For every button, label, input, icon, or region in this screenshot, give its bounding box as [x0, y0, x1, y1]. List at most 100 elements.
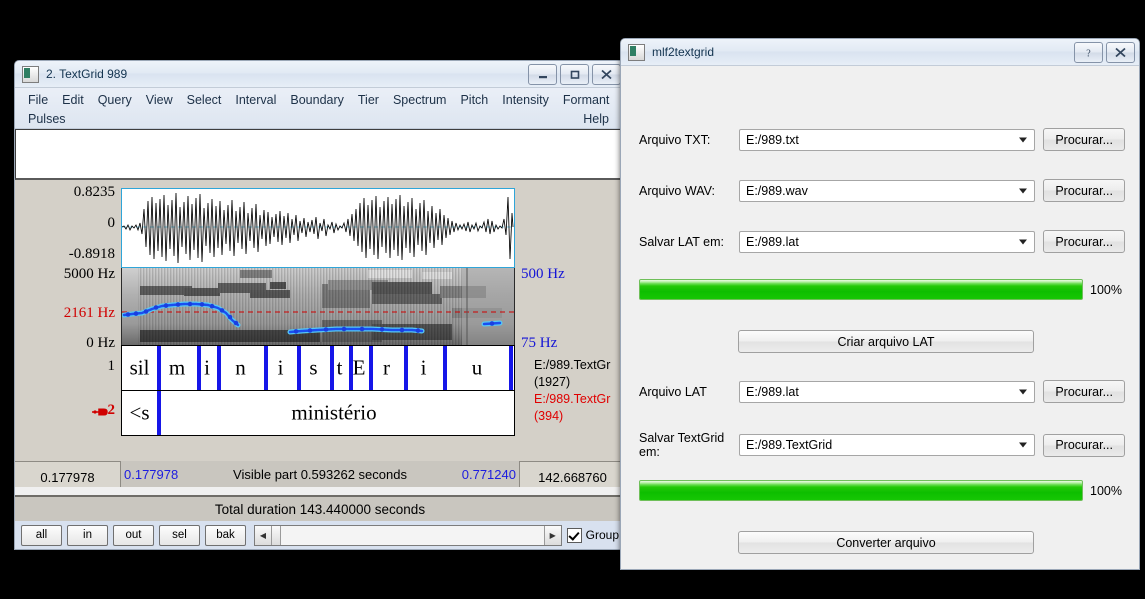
- menu-formant[interactable]: Formant: [556, 92, 617, 108]
- salvar-textgrid-browse-button[interactable]: Procurar...: [1043, 433, 1125, 457]
- field-arquivo-txt: Arquivo TXT: E:/989.txt Procurar...: [639, 128, 1125, 151]
- horizontal-scrollbar[interactable]: ◀ ▶: [254, 524, 562, 546]
- zoom-sel-button[interactable]: sel: [159, 524, 200, 546]
- arquivo-wav-combobox[interactable]: E:/989.wav: [739, 179, 1036, 202]
- chevron-down-icon[interactable]: [1019, 442, 1028, 448]
- praat-blank-panel: [15, 129, 625, 180]
- window-right-edge-time[interactable]: 142.668760: [519, 461, 625, 487]
- tier-boundary[interactable]: [369, 346, 373, 390]
- arquivo-txt-browse-button[interactable]: Procurar...: [1043, 128, 1125, 151]
- menu-edit[interactable]: Edit: [55, 92, 91, 108]
- chevron-down-icon[interactable]: [1019, 137, 1028, 142]
- time-bar: 0.177978 0.177978 Visible part 0.593262 …: [15, 461, 625, 487]
- interval-label: i: [277, 355, 284, 380]
- praat-menu-row-2: Pulses Help: [15, 109, 625, 128]
- menu-spectrum[interactable]: Spectrum: [386, 92, 454, 108]
- interval-label: i: [204, 355, 210, 380]
- waveform-view[interactable]: [121, 188, 515, 268]
- zoom-all-button[interactable]: all: [21, 524, 62, 546]
- visible-start-time[interactable]: 0.177978: [124, 467, 178, 482]
- tier-boundary[interactable]: [264, 346, 268, 390]
- menu-query[interactable]: Query: [91, 92, 139, 108]
- visible-window-info: 0.177978 Visible part 0.593262 seconds 0…: [121, 461, 519, 487]
- interval-label: sil: [129, 355, 150, 380]
- scroll-left-icon[interactable]: ◀: [255, 525, 272, 545]
- scrollbar-thumb[interactable]: [272, 525, 281, 545]
- praat-textgrid-window: 2. TextGrid 989 File Edit Query View Sel…: [14, 60, 626, 550]
- tier-boundary[interactable]: [197, 346, 201, 390]
- group-checkbox-box[interactable]: [566, 527, 582, 543]
- help-button[interactable]: ?: [1074, 42, 1103, 63]
- tier-boundary[interactable]: [404, 346, 408, 390]
- menu-boundary[interactable]: Boundary: [283, 92, 351, 108]
- praat-graph-stack: sil m i n i s t E r i u <s ministério: [121, 188, 515, 436]
- window-left-edge-time[interactable]: 0.177978: [15, 461, 121, 487]
- salvar-lat-combobox[interactable]: E:/989.lat: [739, 230, 1036, 253]
- criar-arquivo-lat-button[interactable]: Criar arquivo LAT: [738, 330, 1034, 353]
- converter-arquivo-button[interactable]: Converter arquivo: [738, 531, 1034, 554]
- tier-boundary[interactable]: [157, 346, 161, 390]
- menu-tier[interactable]: Tier: [351, 92, 386, 108]
- arquivo-wav-value: E:/989.wav: [746, 183, 808, 198]
- menu-pulses[interactable]: Pulses: [21, 111, 73, 127]
- arquivo-lat-browse-button[interactable]: Procurar...: [1043, 380, 1125, 403]
- wave-zero-label: 0: [107, 215, 116, 231]
- arquivo-txt-combobox[interactable]: E:/989.txt: [739, 128, 1036, 151]
- minimize-button[interactable]: [528, 64, 557, 85]
- salvar-lat-value: E:/989.lat: [746, 234, 799, 249]
- chevron-down-icon[interactable]: [1019, 188, 1028, 193]
- interval-label: n: [235, 355, 246, 380]
- spectrogram-min-label: 0 Hz: [86, 335, 115, 351]
- scroll-right-icon[interactable]: ▶: [543, 525, 561, 545]
- tier-boundary[interactable]: [330, 346, 334, 390]
- tier-2-file-info: E:/989.TextGr (394): [534, 391, 625, 425]
- chevron-down-icon[interactable]: [1019, 389, 1028, 394]
- arquivo-wav-browse-button[interactable]: Procurar...: [1043, 179, 1125, 202]
- menu-select[interactable]: Select: [180, 92, 229, 108]
- scrollbar-track[interactable]: [281, 525, 544, 545]
- dialog-window-title: mlf2textgrid: [652, 45, 715, 59]
- tier-boundary[interactable]: [217, 346, 221, 390]
- menu-help[interactable]: Help: [576, 111, 616, 127]
- arquivo-lat-combobox[interactable]: E:/989.lat: [739, 380, 1036, 403]
- tier-number-1[interactable]: 1: [15, 358, 116, 375]
- menu-file[interactable]: File: [21, 92, 55, 108]
- salvar-textgrid-combobox[interactable]: E:/989.TextGrid: [739, 434, 1036, 456]
- pitch-min-label: 75 Hz: [521, 335, 558, 351]
- zoom-bak-button[interactable]: bak: [205, 524, 246, 546]
- textgrid-progress-label: 100%: [1090, 483, 1122, 498]
- tier-boundary[interactable]: [349, 346, 353, 390]
- chevron-down-icon[interactable]: [1019, 239, 1028, 244]
- menu-interval[interactable]: Interval: [228, 92, 283, 108]
- textgrid-tier-2[interactable]: <s ministério: [122, 390, 514, 435]
- tier-2-file-count: (394): [534, 409, 564, 423]
- maximize-button[interactable]: [560, 64, 589, 85]
- waveform-plot: [122, 192, 514, 264]
- close-button[interactable]: [1106, 42, 1135, 63]
- tier-boundary[interactable]: [509, 346, 513, 390]
- tier-boundary[interactable]: [443, 346, 447, 390]
- group-checkbox[interactable]: Group: [566, 527, 619, 543]
- tier-boundary[interactable]: [157, 391, 161, 435]
- menu-pitch[interactable]: Pitch: [453, 92, 495, 108]
- dialog-titlebar[interactable]: mlf2textgrid ?: [621, 39, 1139, 66]
- zoom-out-button[interactable]: out: [113, 524, 154, 546]
- interval-label: i: [420, 355, 427, 380]
- praat-zoom-toolbar: all in out sel bak ◀ ▶ Group: [15, 521, 625, 549]
- total-duration-bar[interactable]: Total duration 143.440000 seconds: [15, 495, 625, 521]
- salvar-textgrid-label: Salvar TextGrid em:: [639, 431, 725, 459]
- praat-titlebar[interactable]: 2. TextGrid 989: [15, 61, 625, 88]
- menu-intensity[interactable]: Intensity: [495, 92, 556, 108]
- group-checkbox-label: Group: [585, 528, 619, 542]
- pitch-max-label: 500 Hz: [521, 266, 565, 282]
- zoom-in-button[interactable]: in: [67, 524, 108, 546]
- praat-menubar: File Edit Query View Select Interval Bou…: [15, 88, 625, 129]
- menu-view[interactable]: View: [139, 92, 180, 108]
- tier-boundary[interactable]: [297, 346, 301, 390]
- spectrogram-view[interactable]: [121, 268, 515, 345]
- visible-end-time[interactable]: 0.771240: [462, 467, 516, 482]
- spectrogram-max-label: 5000 Hz: [63, 266, 115, 282]
- salvar-lat-browse-button[interactable]: Procurar...: [1043, 230, 1125, 253]
- textgrid-tier-1[interactable]: sil m i n i s t E r i u: [122, 346, 514, 390]
- close-button[interactable]: [592, 64, 621, 85]
